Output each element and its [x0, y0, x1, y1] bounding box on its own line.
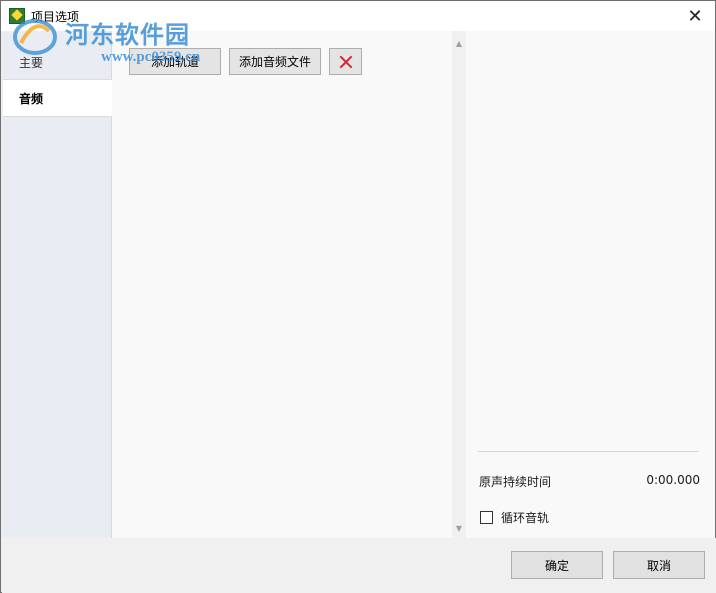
duration-value: 0:00.000: [646, 473, 700, 487]
vertical-scrollbar[interactable]: ▲ ▼: [452, 31, 466, 538]
add-track-button[interactable]: 添加轨道: [129, 48, 221, 75]
tab-audio-label: 音频: [19, 92, 44, 106]
delete-button[interactable]: [329, 48, 362, 75]
tab-sidebar: 主要 音频: [2, 31, 113, 538]
title-bar: 项目选项 ✕: [1, 1, 715, 31]
tab-audio[interactable]: 音频: [3, 79, 113, 117]
audio-tracks-panel: 添加轨道 添加音频文件: [112, 31, 452, 538]
project-options-dialog: 项目选项 ✕ 主要 音频 添加轨道 添加音频文件 ▲ ▼ 原声持续时间 0:00…: [0, 0, 716, 593]
app-icon: [9, 8, 25, 24]
delete-x-icon: [339, 55, 353, 69]
dialog-footer: 确定 取消: [2, 538, 716, 593]
close-button[interactable]: ✕: [675, 1, 715, 31]
ok-button[interactable]: 确定: [511, 551, 603, 579]
tab-main[interactable]: 主要: [3, 45, 113, 81]
loop-track-checkbox-row[interactable]: 循环音轨: [480, 509, 549, 526]
properties-panel: 原声持续时间 0:00.000 循环音轨: [466, 31, 715, 538]
loop-track-checkbox[interactable]: [480, 511, 493, 524]
window-title: 项目选项: [31, 10, 80, 24]
cancel-button[interactable]: 取消: [613, 551, 705, 579]
loop-track-label: 循环音轨: [501, 511, 550, 525]
scroll-up-icon[interactable]: ▲: [452, 35, 466, 51]
scroll-down-icon[interactable]: ▼: [452, 520, 466, 536]
duration-label: 原声持续时间: [479, 475, 552, 489]
tab-main-label: 主要: [19, 56, 44, 70]
close-icon: ✕: [687, 5, 703, 27]
divider: [478, 451, 699, 452]
add-audio-file-button[interactable]: 添加音频文件: [229, 48, 321, 75]
